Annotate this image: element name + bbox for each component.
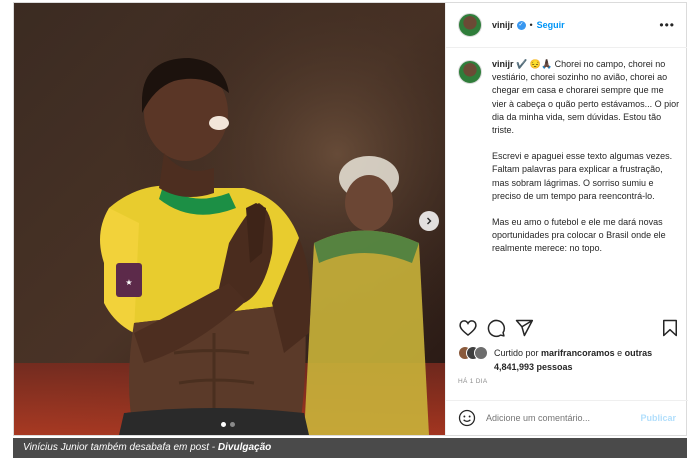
likes-connector: e bbox=[617, 348, 623, 358]
comment-bar: Publicar bbox=[446, 400, 688, 435]
verified-icon: ✓ bbox=[516, 20, 526, 30]
likes-text: Curtido por marifrancoramos e outras 4,8… bbox=[494, 346, 680, 374]
caption-text: vinijr ✔️ 😔🙏🏿 Chorei no campo, chorei no… bbox=[492, 58, 680, 306]
post-header: vinijr ✓ • Seguir ••• bbox=[446, 3, 687, 48]
emoji-icon[interactable] bbox=[458, 409, 476, 427]
carousel-dots bbox=[221, 422, 235, 427]
publish-button[interactable]: Publicar bbox=[640, 413, 676, 423]
timestamp[interactable]: HÁ 1 DIA bbox=[458, 378, 488, 385]
post-photo[interactable]: ★ bbox=[14, 3, 445, 435]
player-photo: ★ bbox=[14, 3, 445, 435]
next-photo-button[interactable] bbox=[419, 211, 439, 231]
caption-username[interactable]: vinijr bbox=[492, 59, 514, 69]
username-link[interactable]: vinijr bbox=[492, 20, 514, 30]
follow-button[interactable]: Seguir bbox=[537, 20, 565, 30]
caption: vinijr ✔️ 😔🙏🏿 Chorei no campo, chorei no… bbox=[458, 58, 680, 306]
avatar[interactable] bbox=[458, 13, 482, 37]
caption-paragraph-1: vinijr ✔️ 😔🙏🏿 Chorei no campo, chorei no… bbox=[492, 58, 680, 137]
photo-caption-bar: Vinícius Junior também desabafa em post … bbox=[13, 438, 687, 458]
comment-input[interactable] bbox=[486, 413, 626, 423]
heart-icon[interactable] bbox=[458, 318, 478, 338]
carousel-dot-2 bbox=[230, 422, 235, 427]
liker-avatar bbox=[474, 346, 488, 360]
separator: • bbox=[529, 20, 533, 30]
page: ★ vinijr ✓ • Seguir ••• vinijr ✔️ 😔🙏🏿 Ch… bbox=[0, 0, 690, 462]
instagram-post: ★ vinijr ✓ • Seguir ••• vinijr ✔️ 😔🙏🏿 Ch… bbox=[13, 2, 688, 436]
liker-username[interactable]: marifrancoramos bbox=[541, 348, 615, 358]
post-sidebar: vinijr ✓ • Seguir ••• vinijr ✔️ 😔🙏🏿 Chor… bbox=[445, 3, 688, 435]
caption-avatar[interactable] bbox=[458, 60, 482, 84]
liker-avatars bbox=[458, 346, 488, 360]
chevron-right-icon bbox=[427, 217, 432, 225]
photo-credit: Divulgação bbox=[217, 442, 272, 453]
likes-prefix: Curtido por bbox=[494, 348, 539, 358]
caption-paragraph-3: Mas eu amo o futebol e ele me dará novas… bbox=[492, 217, 666, 254]
caption-paragraph-2: Escrevi e apaguei esse texto algumas vez… bbox=[492, 151, 673, 201]
likes-summary: Curtido por marifrancoramos e outras 4,8… bbox=[458, 346, 680, 374]
more-options-button[interactable]: ••• bbox=[659, 18, 675, 32]
carousel-dot-1 bbox=[221, 422, 226, 427]
svg-text:★: ★ bbox=[125, 278, 132, 287]
caption-paragraph-1-text: ✔️ 😔🙏🏿 Chorei no campo, chorei no vestiá… bbox=[492, 59, 680, 136]
action-bar bbox=[458, 316, 680, 340]
bookmark-icon[interactable] bbox=[660, 318, 680, 338]
photo-caption-text: Vinícius Junior também desabafa em post … bbox=[23, 442, 216, 453]
comment-icon[interactable] bbox=[486, 318, 506, 338]
share-icon[interactable] bbox=[514, 318, 534, 338]
